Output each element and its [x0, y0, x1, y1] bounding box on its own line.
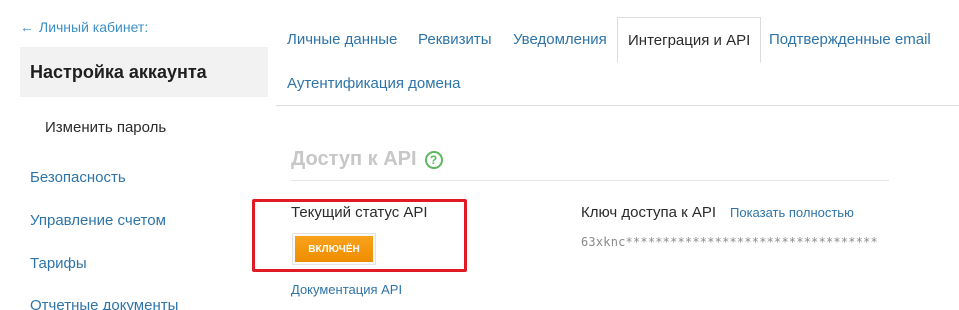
sidebar-item-account-management[interactable]: Управление счетом	[30, 212, 166, 229]
arrow-left-icon: ←	[20, 19, 34, 35]
sidebar-item-change-password[interactable]: Изменить пароль	[45, 119, 166, 136]
api-access-heading: Доступ к API ?	[291, 148, 443, 171]
sidebar-item-security[interactable]: Безопасность	[30, 169, 126, 186]
tab-requisites[interactable]: Реквизиты	[418, 31, 492, 48]
api-key-value: 63xknc**********************************	[581, 235, 878, 249]
tab-domain-authentication[interactable]: Аутентификация домена	[287, 75, 461, 92]
sidebar: ← Личный кабинет: Настройка аккаунта Изм…	[0, 0, 268, 310]
section-divider	[291, 180, 889, 181]
api-status-button[interactable]: ВКЛЮЧЁН	[295, 236, 373, 262]
settings-tabs: Личные данные Реквизиты Уведомления Инте…	[276, 0, 959, 106]
help-icon[interactable]: ?	[424, 150, 443, 169]
api-key-label: Ключ доступа к API	[581, 204, 717, 221]
account-settings-title: Настройка аккаунта	[30, 61, 207, 82]
tab-integration-api[interactable]: Интеграция и API	[617, 17, 762, 63]
api-status-label: Текущий статус API	[291, 204, 428, 221]
api-status-toggle-wrap: ВКЛЮЧЁН	[292, 233, 376, 265]
back-to-cabinet-link[interactable]: ← Личный кабинет:	[20, 19, 148, 35]
sidebar-item-tariffs[interactable]: Тарифы	[30, 255, 87, 272]
tab-notifications[interactable]: Уведомления	[513, 31, 607, 48]
sidebar-item-reports[interactable]: Отчетные документы	[30, 297, 178, 310]
show-full-key-link[interactable]: Показать полностью	[730, 205, 854, 220]
api-docs-link[interactable]: Документация API	[291, 282, 402, 297]
tab-confirmed-emails[interactable]: Подтвержденные email	[769, 31, 931, 48]
back-link-label: Личный кабинет:	[39, 19, 149, 35]
sidebar-active-section[interactable]: Настройка аккаунта	[20, 47, 268, 97]
api-access-title: Доступ к API	[291, 148, 417, 170]
tab-personal-data[interactable]: Личные данные	[287, 31, 397, 48]
